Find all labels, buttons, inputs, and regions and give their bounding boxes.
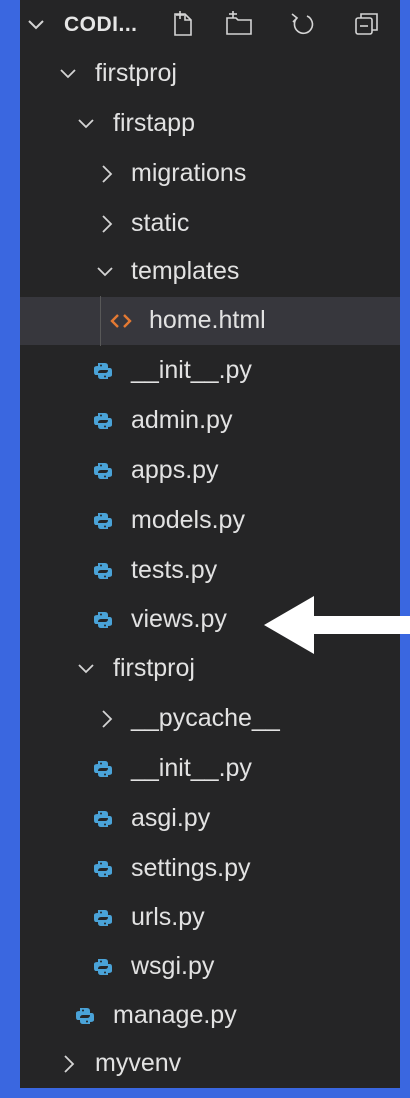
tree-file-models-py[interactable]: models.py bbox=[20, 497, 400, 545]
tree-item-label: apps.py bbox=[131, 456, 219, 484]
tree-folder-myvenv[interactable]: myvenv bbox=[20, 1040, 400, 1088]
tree-item-label: settings.py bbox=[131, 854, 251, 882]
tree-file-init-py-2[interactable]: __init__.py bbox=[20, 745, 400, 793]
explorer-panel: CODI... firstproj firstapp migrations st… bbox=[20, 0, 400, 1088]
python-file-icon bbox=[94, 513, 112, 529]
tree-item-label: __init__.py bbox=[131, 356, 252, 384]
python-file-icon bbox=[94, 861, 112, 877]
tree-folder-firstproj[interactable]: firstproj bbox=[20, 50, 400, 98]
tree-folder-firstapp[interactable]: firstapp bbox=[20, 100, 400, 148]
html-file-icon bbox=[110, 314, 132, 328]
python-file-icon bbox=[94, 761, 112, 777]
chevron-down-icon bbox=[78, 119, 94, 129]
tree-item-label: admin.py bbox=[131, 406, 233, 434]
python-file-icon bbox=[94, 959, 112, 975]
tree-folder-static[interactable]: static bbox=[20, 200, 400, 248]
tree-item-label: tests.py bbox=[131, 556, 218, 584]
pointer-arrow-icon bbox=[264, 596, 410, 654]
chevron-down-icon bbox=[97, 267, 113, 277]
tree-item-label: __init__.py bbox=[131, 754, 252, 782]
python-file-icon bbox=[94, 363, 112, 379]
tree-folder-pycache[interactable]: __pycache__ bbox=[20, 695, 400, 743]
tree-file-home-html[interactable]: home.html bbox=[20, 297, 400, 345]
tree-folder-templates[interactable]: templates bbox=[20, 248, 400, 296]
new-folder-icon[interactable] bbox=[224, 9, 254, 39]
new-file-icon[interactable] bbox=[168, 9, 198, 39]
tree-item-label: wsgi.py bbox=[131, 952, 215, 980]
tree-file-admin-py[interactable]: admin.py bbox=[20, 397, 400, 445]
tree-item-label: static bbox=[131, 209, 190, 237]
tree-file-init-py[interactable]: __init__.py bbox=[20, 347, 400, 395]
refresh-icon[interactable] bbox=[288, 9, 318, 39]
python-file-icon bbox=[94, 413, 112, 429]
tree-item-label: myvenv bbox=[95, 1049, 182, 1077]
tree-file-apps-py[interactable]: apps.py bbox=[20, 447, 400, 495]
tree-item-label: asgi.py bbox=[131, 804, 211, 832]
python-file-icon bbox=[94, 910, 112, 926]
chevron-down-icon bbox=[78, 664, 94, 674]
chevron-down-icon[interactable] bbox=[26, 15, 46, 35]
chevron-right-icon bbox=[102, 165, 113, 183]
explorer-section-title: CODI... bbox=[64, 13, 138, 36]
tree-item-label: models.py bbox=[131, 506, 245, 534]
tree-item-label: urls.py bbox=[131, 903, 205, 931]
python-file-icon bbox=[94, 612, 112, 628]
tree-file-asgi-py[interactable]: asgi.py bbox=[20, 795, 400, 843]
tree-item-label: firstproj bbox=[95, 59, 177, 87]
tree-item-label: views.py bbox=[131, 605, 227, 633]
chevron-right-icon bbox=[102, 710, 113, 728]
python-file-icon bbox=[76, 1008, 94, 1024]
chevron-right-icon bbox=[64, 1055, 75, 1073]
tree-item-label: __pycache__ bbox=[131, 704, 280, 732]
tree-file-settings-py[interactable]: settings.py bbox=[20, 845, 400, 893]
tree-item-label: migrations bbox=[131, 159, 247, 187]
python-file-icon bbox=[94, 463, 112, 479]
tree-item-label: templates bbox=[131, 257, 240, 285]
tree-item-label: firstproj bbox=[113, 654, 195, 682]
tree-item-label: firstapp bbox=[113, 109, 195, 137]
tree-item-label: home.html bbox=[149, 306, 266, 334]
tree-file-tests-py[interactable]: tests.py bbox=[20, 547, 400, 595]
chevron-down-icon bbox=[60, 69, 76, 79]
collapse-all-icon[interactable] bbox=[352, 9, 382, 39]
explorer-section-header[interactable]: CODI... bbox=[20, 0, 400, 50]
tree-folder-migrations[interactable]: migrations bbox=[20, 150, 400, 198]
chevron-right-icon bbox=[102, 215, 113, 233]
tree-file-manage-py[interactable]: manage.py bbox=[20, 992, 400, 1040]
indent-guide bbox=[100, 296, 101, 346]
python-file-icon bbox=[94, 811, 112, 827]
tree-item-label: manage.py bbox=[113, 1001, 237, 1029]
python-file-icon bbox=[94, 563, 112, 579]
tree-file-urls-py[interactable]: urls.py bbox=[20, 894, 400, 942]
tree-file-wsgi-py[interactable]: wsgi.py bbox=[20, 943, 400, 991]
